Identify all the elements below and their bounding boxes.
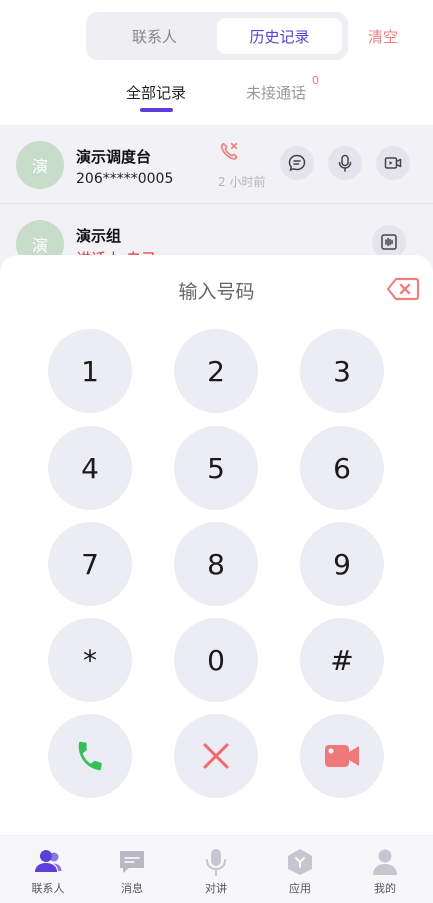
intercom-button[interactable] <box>372 225 406 259</box>
record-name: 演示组 <box>76 227 122 245</box>
intercom-mic-icon <box>206 849 226 876</box>
nav-apps-label: 应用 <box>289 882 311 895</box>
nav-profile-label: 我的 <box>374 882 396 895</box>
dial-key-1[interactable]: 1 <box>48 329 132 413</box>
nav-contacts-label: 联系人 <box>31 882 65 895</box>
subtab-missed-label: 未接通话 <box>246 84 307 102</box>
nav-intercom[interactable]: 对讲 <box>173 836 259 903</box>
cancel-icon <box>203 743 229 769</box>
message-icon <box>288 154 306 172</box>
message-icon <box>120 851 144 873</box>
video-call-icon <box>384 157 402 169</box>
nav-apps[interactable]: 应用 <box>257 836 343 903</box>
record-time: 2 小时前 <box>218 175 266 189</box>
nav-intercom-label: 对讲 <box>205 882 227 895</box>
active-subtab-indicator <box>140 108 173 112</box>
nav-messages-label: 消息 <box>121 882 143 895</box>
video-button[interactable] <box>300 714 384 798</box>
missed-count-badge: 0 <box>312 74 319 87</box>
dial-key-star[interactable]: * <box>48 618 132 702</box>
nav-messages[interactable]: 消息 <box>89 836 175 903</box>
nav-profile[interactable]: 我的 <box>342 836 428 903</box>
missed-call-icon <box>220 142 238 160</box>
contacts-icon <box>35 850 62 872</box>
message-button[interactable] <box>280 146 314 180</box>
dialpad-panel: 输入号码 1 2 3 4 5 6 7 8 9 * 0 # <box>0 255 433 835</box>
dial-key-hash[interactable]: # <box>300 618 384 702</box>
video-icon <box>325 745 359 767</box>
call-icon <box>78 741 102 771</box>
call-record-row[interactable]: 演 演示调度台 206*****0005 2 小时前 <box>0 125 433 203</box>
dial-key-3[interactable]: 3 <box>300 329 384 413</box>
dial-key-7[interactable]: 7 <box>48 522 132 606</box>
nav-contacts[interactable]: 联系人 <box>5 836 91 903</box>
dial-key-2[interactable]: 2 <box>174 329 258 413</box>
profile-icon <box>373 849 397 875</box>
dial-key-6[interactable]: 6 <box>300 426 384 510</box>
tab-contacts[interactable]: 联系人 <box>92 18 217 54</box>
record-filter-tabs: 全部记录 未接通话 0 <box>0 74 433 118</box>
subtab-all-records[interactable]: 全部记录 <box>126 82 186 103</box>
dial-key-8[interactable]: 8 <box>174 522 258 606</box>
dial-key-0[interactable]: 0 <box>174 618 258 702</box>
subtab-all-label: 全部记录 <box>126 84 187 102</box>
intercom-icon <box>381 234 397 250</box>
microphone-icon <box>338 154 352 172</box>
dial-key-9[interactable]: 9 <box>300 522 384 606</box>
tab-history[interactable]: 历史记录 <box>217 18 342 54</box>
record-name: 演示调度台 <box>76 148 152 166</box>
top-header: 联系人 历史记录 清空 全部记录 未接通话 0 <box>0 0 433 125</box>
number-input-display[interactable]: 输入号码 <box>0 277 433 304</box>
apps-icon <box>288 849 312 875</box>
clear-button[interactable]: 清空 <box>368 26 398 47</box>
bottom-navigation: 联系人 消息 对讲 应用 我的 <box>0 835 433 903</box>
call-button[interactable] <box>48 714 132 798</box>
dial-key-5[interactable]: 5 <box>174 426 258 510</box>
backspace-icon[interactable] <box>386 277 420 301</box>
voice-call-button[interactable] <box>328 146 362 180</box>
avatar: 演 <box>16 141 64 189</box>
cancel-button[interactable] <box>174 714 258 798</box>
video-call-button[interactable] <box>376 146 410 180</box>
dial-key-4[interactable]: 4 <box>48 426 132 510</box>
record-number: 206*****0005 <box>76 171 174 187</box>
view-segment-control: 联系人 历史记录 <box>86 12 348 60</box>
subtab-missed-calls[interactable]: 未接通话 0 <box>246 74 319 103</box>
